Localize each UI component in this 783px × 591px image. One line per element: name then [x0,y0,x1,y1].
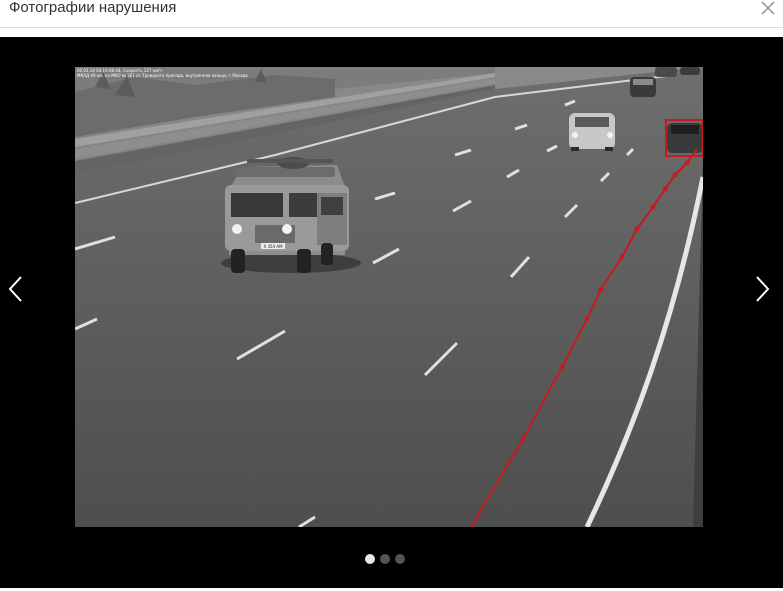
violation-photo: Х 354 АМ 06.03.14 04:16:08.04, Скорость … [75,67,703,527]
photo-viewer: Х 354 АМ 06.03.14 04:16:08.04, Скорость … [0,37,783,588]
carousel-dot[interactable] [365,554,375,564]
dialog-title: Фотографии нарушения [9,0,177,16]
carousel-dot[interactable] [395,554,405,564]
previous-photo-button[interactable] [0,269,36,309]
next-photo-button[interactable] [745,269,781,309]
chevron-right-icon [756,276,770,302]
chevron-left-icon [8,276,22,302]
license-plate: Х 354 АМ [263,244,283,249]
close-icon [761,1,775,15]
dialog-header: Фотографии нарушения [0,0,783,28]
camera-stamp: 06.03.14 04:16:08.04, Скорость 127 км/ч … [77,68,248,78]
carousel-indicators [365,554,415,566]
close-button[interactable] [758,0,778,18]
carousel-dot[interactable] [380,554,390,564]
camera-stamp-line2: МКАД 49 км, на МКО № 261 от Троицкого пр… [77,73,248,78]
traffic-camera-image: Х 354 АМ [75,67,703,527]
